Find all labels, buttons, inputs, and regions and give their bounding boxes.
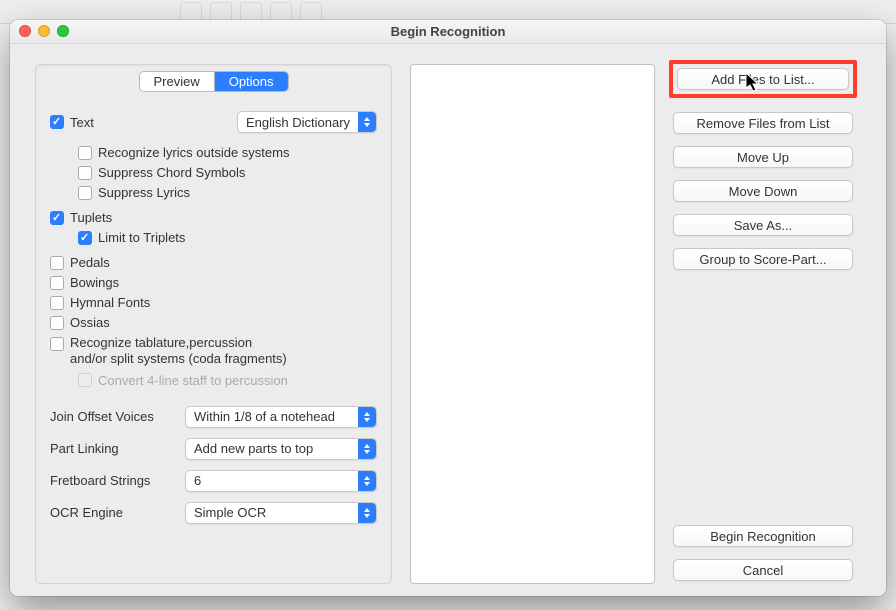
- window-title: Begin Recognition: [391, 24, 506, 39]
- remove-files-button[interactable]: Remove Files from List: [673, 112, 853, 134]
- group-score-button[interactable]: Group to Score-Part...: [673, 248, 853, 270]
- ocr-engine-select[interactable]: Simple OCR: [185, 502, 377, 524]
- text-label: Text: [70, 115, 94, 130]
- suppress-chords-label: Suppress Chord Symbols: [98, 165, 245, 180]
- right-buttons: Add Files to List... Remove Files from L…: [673, 64, 853, 581]
- save-as-button[interactable]: Save As...: [673, 214, 853, 236]
- chevron-updown-icon: [358, 471, 376, 491]
- move-up-button[interactable]: Move Up: [673, 146, 853, 168]
- titlebar: Begin Recognition: [10, 20, 886, 44]
- background-icons: [180, 2, 322, 22]
- join-offset-label: Join Offset Voices: [50, 409, 175, 424]
- tab-options[interactable]: Options: [214, 72, 288, 91]
- chevron-updown-icon: [358, 112, 376, 132]
- bowings-label: Bowings: [70, 275, 119, 290]
- suppress-lyrics-checkbox[interactable]: [78, 186, 92, 200]
- recognize-lyrics-label: Recognize lyrics outside systems: [98, 145, 289, 160]
- tuplets-label: Tuplets: [70, 210, 112, 225]
- chevron-updown-icon: [358, 439, 376, 459]
- join-offset-select[interactable]: Within 1/8 of a notehead: [185, 406, 377, 428]
- convert-4line-checkbox: [78, 373, 92, 387]
- hymnal-fonts-label: Hymnal Fonts: [70, 295, 150, 310]
- minimize-icon[interactable]: [38, 25, 50, 37]
- begin-recognition-dialog: Begin Recognition Preview Options Text E…: [10, 20, 886, 596]
- recognize-lyrics-checkbox[interactable]: [78, 146, 92, 160]
- text-checkbox[interactable]: [50, 115, 64, 129]
- pedals-checkbox[interactable]: [50, 256, 64, 270]
- tab-percussion-checkbox[interactable]: [50, 337, 64, 351]
- tuplets-checkbox[interactable]: [50, 211, 64, 225]
- fretboard-label: Fretboard Strings: [50, 473, 175, 488]
- hymnal-fonts-checkbox[interactable]: [50, 296, 64, 310]
- suppress-lyrics-label: Suppress Lyrics: [98, 185, 190, 200]
- convert-4line-label: Convert 4-line staff to percussion: [98, 373, 288, 388]
- cancel-button[interactable]: Cancel: [673, 559, 853, 581]
- limit-triplets-label: Limit to Triplets: [98, 230, 185, 245]
- move-down-button[interactable]: Move Down: [673, 180, 853, 202]
- fretboard-select[interactable]: 6: [185, 470, 377, 492]
- ocr-engine-label: OCR Engine: [50, 505, 175, 520]
- ossias-checkbox[interactable]: [50, 316, 64, 330]
- add-files-button[interactable]: Add Files to List...: [677, 68, 849, 90]
- dictionary-select[interactable]: English Dictionary: [237, 111, 377, 133]
- chevron-updown-icon: [358, 407, 376, 427]
- bowings-checkbox[interactable]: [50, 276, 64, 290]
- chevron-updown-icon: [358, 503, 376, 523]
- file-list[interactable]: [410, 64, 655, 584]
- suppress-chords-checkbox[interactable]: [78, 166, 92, 180]
- begin-recognition-button[interactable]: Begin Recognition: [673, 525, 853, 547]
- traffic-lights: [19, 25, 69, 37]
- ossias-label: Ossias: [70, 315, 110, 330]
- segmented-tabs: Preview Options: [138, 71, 288, 92]
- part-linking-label: Part Linking: [50, 441, 175, 456]
- close-icon[interactable]: [19, 25, 31, 37]
- part-linking-select[interactable]: Add new parts to top: [185, 438, 377, 460]
- pedals-label: Pedals: [70, 255, 110, 270]
- zoom-icon[interactable]: [57, 25, 69, 37]
- tab-preview[interactable]: Preview: [139, 72, 213, 91]
- tab-percussion-label: Recognize tablature,percussion and/or sp…: [70, 335, 287, 368]
- options-panel: Preview Options Text English Dictionary …: [35, 64, 392, 584]
- tutorial-highlight: Add Files to List...: [669, 60, 857, 98]
- limit-triplets-checkbox[interactable]: [78, 231, 92, 245]
